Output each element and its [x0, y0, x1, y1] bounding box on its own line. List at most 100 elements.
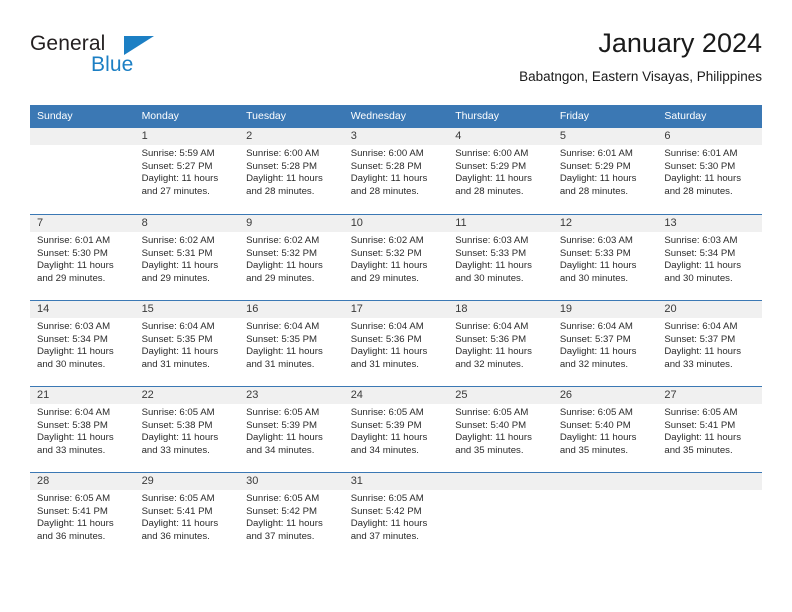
daylight-text: Daylight: 11 hours and 31 minutes.	[246, 346, 323, 370]
calendar-day-cell[interactable]: 16 Sunrise: 6:04 AM Sunset: 5:35 PM Dayligh…	[239, 300, 344, 386]
sunset-text: Sunset: 5:29 PM	[559, 160, 631, 172]
sunset-text: Sunset: 5:29 PM	[455, 160, 527, 172]
calendar-day-cell[interactable]: 5 Sunrise: 6:01 AM Sunset: 5:29 PM Daylight…	[552, 127, 658, 214]
day-cell-inner: 31 Sunrise: 6:05 AM Sunset: 5:42 PM Dayligh…	[343, 472, 449, 558]
sunset-text: Sunset: 5:39 PM	[350, 419, 422, 431]
day-number: 6	[657, 128, 762, 145]
day-number: 22	[134, 387, 240, 404]
daylight-text: Daylight: 11 hours and 33 minutes.	[37, 432, 114, 456]
day-details	[448, 490, 553, 493]
day-details: Sunrise: 6:04 AM Sunset: 5:36 PM Daylight:…	[448, 318, 553, 371]
generalblue-logo[interactable]: General Blue	[30, 32, 190, 88]
calendar-page: General Blue January 2024 Babatngon, Eas…	[0, 0, 792, 612]
sunrise-text: Sunrise: 6:01 AM	[559, 148, 633, 159]
calendar-day-cell[interactable]: 18 Sunrise: 6:04 AM Sunset: 5:36 PM Dayligh…	[448, 300, 553, 386]
calendar-day-cell[interactable]: 31 Sunrise: 6:05 AM Sunset: 5:42 PM Dayligh…	[343, 472, 449, 558]
daylight-text: Daylight: 11 hours and 30 minutes.	[559, 260, 637, 284]
calendar-day-cell[interactable]: 13 Sunrise: 6:03 AM Sunset: 5:34 PM Dayligh…	[657, 214, 762, 300]
sunrise-text: Sunrise: 6:00 AM	[350, 148, 424, 159]
day-number: 12	[552, 215, 658, 232]
calendar-day-cell[interactable]: 9 Sunrise: 6:02 AM Sunset: 5:32 PM Daylight…	[239, 214, 344, 300]
calendar-day-cell[interactable]: 1 Sunrise: 5:59 AM Sunset: 5:27 PM Daylight…	[134, 127, 240, 214]
sunrise-text: Sunrise: 6:05 AM	[350, 407, 424, 418]
day-cell-inner: 16 Sunrise: 6:04 AM Sunset: 5:35 PM Dayligh…	[239, 300, 344, 386]
day-number: 28	[30, 473, 135, 490]
calendar-day-cell[interactable]: 8 Sunrise: 6:02 AM Sunset: 5:31 PM Daylight…	[134, 214, 240, 300]
calendar-day-cell[interactable]: 22 Sunrise: 6:05 AM Sunset: 5:38 PM Dayligh…	[134, 386, 240, 472]
calendar-day-cell[interactable]: 23 Sunrise: 6:05 AM Sunset: 5:39 PM Dayligh…	[239, 386, 344, 472]
day-number: 25	[448, 387, 553, 404]
daylight-text: Daylight: 11 hours and 35 minutes.	[559, 432, 637, 456]
day-cell-inner: 9 Sunrise: 6:02 AM Sunset: 5:32 PM Daylight…	[239, 214, 344, 300]
day-cell-inner: 28 Sunrise: 6:05 AM Sunset: 5:41 PM Dayligh…	[30, 472, 135, 558]
sunset-text: Sunset: 5:39 PM	[246, 419, 318, 431]
sunset-text: Sunset: 5:27 PM	[141, 160, 213, 172]
weekday-header-wednesday: Wednesday	[343, 105, 449, 127]
day-details: Sunrise: 6:05 AM Sunset: 5:42 PM Daylight:…	[239, 490, 344, 543]
day-details	[30, 145, 135, 148]
calendar-day-cell[interactable]: 19 Sunrise: 6:04 AM Sunset: 5:37 PM Dayligh…	[552, 300, 658, 386]
calendar-day-cell[interactable]: 26 Sunrise: 6:05 AM Sunset: 5:40 PM Dayligh…	[552, 386, 658, 472]
calendar-day-cell[interactable]: 21 Sunrise: 6:04 AM Sunset: 5:38 PM Dayligh…	[30, 386, 135, 472]
sunrise-text: Sunrise: 6:03 AM	[37, 321, 111, 332]
sunset-text: Sunset: 5:33 PM	[455, 247, 527, 259]
day-details: Sunrise: 6:04 AM Sunset: 5:38 PM Daylight:…	[30, 404, 135, 457]
calendar-day-cell[interactable]: 12 Sunrise: 6:03 AM Sunset: 5:33 PM Dayligh…	[552, 214, 658, 300]
day-number: 26	[552, 387, 658, 404]
day-cell-inner: 8 Sunrise: 6:02 AM Sunset: 5:31 PM Daylight…	[134, 214, 240, 300]
calendar-day-cell[interactable]: 6 Sunrise: 6:01 AM Sunset: 5:30 PM Daylight…	[657, 127, 762, 214]
day-number: 20	[657, 301, 762, 318]
calendar-day-cell[interactable]: 25 Sunrise: 6:05 AM Sunset: 5:40 PM Dayligh…	[448, 386, 553, 472]
calendar-day-cell[interactable]: 15 Sunrise: 6:04 AM Sunset: 5:35 PM Dayligh…	[134, 300, 240, 386]
daylight-text: Daylight: 11 hours and 37 minutes.	[350, 518, 428, 542]
calendar-day-cell[interactable]: 4 Sunrise: 6:00 AM Sunset: 5:29 PM Daylight…	[448, 127, 553, 214]
day-number: 31	[343, 473, 449, 490]
calendar-empty-cell	[552, 472, 658, 558]
sunset-text: Sunset: 5:42 PM	[350, 505, 422, 517]
daylight-text: Daylight: 11 hours and 28 minutes.	[664, 173, 741, 197]
day-details: Sunrise: 6:01 AM Sunset: 5:30 PM Daylight:…	[30, 232, 135, 285]
calendar-day-cell[interactable]: 24 Sunrise: 6:05 AM Sunset: 5:39 PM Dayligh…	[343, 386, 449, 472]
day-cell-inner	[657, 472, 762, 558]
page-title: January 2024	[598, 28, 762, 58]
day-number: 14	[30, 301, 135, 318]
calendar-day-cell[interactable]: 2 Sunrise: 6:00 AM Sunset: 5:28 PM Daylight…	[239, 127, 344, 214]
day-cell-inner: 23 Sunrise: 6:05 AM Sunset: 5:39 PM Dayligh…	[239, 386, 344, 472]
sunrise-text: Sunrise: 6:05 AM	[37, 493, 111, 504]
weekday-header-monday: Monday	[134, 105, 240, 127]
sunrise-text: Sunrise: 5:59 AM	[141, 148, 215, 159]
calendar-day-cell[interactable]: 20 Sunrise: 6:04 AM Sunset: 5:37 PM Dayligh…	[657, 300, 762, 386]
sunrise-text: Sunrise: 6:01 AM	[37, 235, 111, 246]
calendar-day-cell[interactable]: 30 Sunrise: 6:05 AM Sunset: 5:42 PM Dayligh…	[239, 472, 344, 558]
sunset-text: Sunset: 5:41 PM	[141, 505, 213, 517]
day-details: Sunrise: 6:04 AM Sunset: 5:36 PM Daylight:…	[344, 318, 449, 371]
day-number: 11	[448, 215, 553, 232]
calendar-day-cell[interactable]: 10 Sunrise: 6:02 AM Sunset: 5:32 PM Dayligh…	[343, 214, 449, 300]
daylight-text: Daylight: 11 hours and 32 minutes.	[559, 346, 637, 370]
day-cell-inner: 22 Sunrise: 6:05 AM Sunset: 5:38 PM Dayligh…	[134, 386, 240, 472]
daylight-text: Daylight: 11 hours and 28 minutes.	[455, 173, 532, 197]
day-details: Sunrise: 6:05 AM Sunset: 5:41 PM Daylight:…	[135, 490, 240, 543]
calendar-day-cell[interactable]: 28 Sunrise: 6:05 AM Sunset: 5:41 PM Dayligh…	[30, 472, 135, 558]
day-details: Sunrise: 6:05 AM Sunset: 5:40 PM Daylight:…	[553, 404, 658, 457]
day-number: 19	[552, 301, 658, 318]
day-cell-inner: 25 Sunrise: 6:05 AM Sunset: 5:40 PM Dayligh…	[448, 386, 553, 472]
calendar-day-cell[interactable]: 14 Sunrise: 6:03 AM Sunset: 5:34 PM Dayligh…	[30, 300, 135, 386]
day-number: 3	[343, 128, 449, 145]
calendar-week-row: 21 Sunrise: 6:04 AM Sunset: 5:38 PM Dayligh…	[30, 386, 762, 472]
sunset-text: Sunset: 5:28 PM	[350, 160, 422, 172]
weekday-header-sunday: Sunday	[30, 105, 135, 127]
calendar-day-cell[interactable]: 3 Sunrise: 6:00 AM Sunset: 5:28 PM Daylight…	[343, 127, 449, 214]
daylight-text: Daylight: 11 hours and 34 minutes.	[350, 432, 428, 456]
calendar-day-cell[interactable]: 29 Sunrise: 6:05 AM Sunset: 5:41 PM Dayligh…	[134, 472, 240, 558]
sunrise-text: Sunrise: 6:04 AM	[37, 407, 111, 418]
calendar-day-cell[interactable]: 27 Sunrise: 6:05 AM Sunset: 5:41 PM Dayligh…	[657, 386, 762, 472]
calendar-day-cell[interactable]: 11 Sunrise: 6:03 AM Sunset: 5:33 PM Dayligh…	[448, 214, 553, 300]
daylight-text: Daylight: 11 hours and 29 minutes.	[246, 260, 323, 284]
day-number	[30, 128, 135, 145]
title-block: January 2024 Babatngon, Eastern Visayas,…	[519, 26, 762, 85]
calendar-day-cell[interactable]: 17 Sunrise: 6:04 AM Sunset: 5:36 PM Dayligh…	[343, 300, 449, 386]
calendar-body: 1 Sunrise: 5:59 AM Sunset: 5:27 PM Daylight…	[30, 127, 762, 558]
sunset-text: Sunset: 5:28 PM	[246, 160, 318, 172]
calendar-day-cell[interactable]: 7 Sunrise: 6:01 AM Sunset: 5:30 PM Daylight…	[30, 214, 135, 300]
